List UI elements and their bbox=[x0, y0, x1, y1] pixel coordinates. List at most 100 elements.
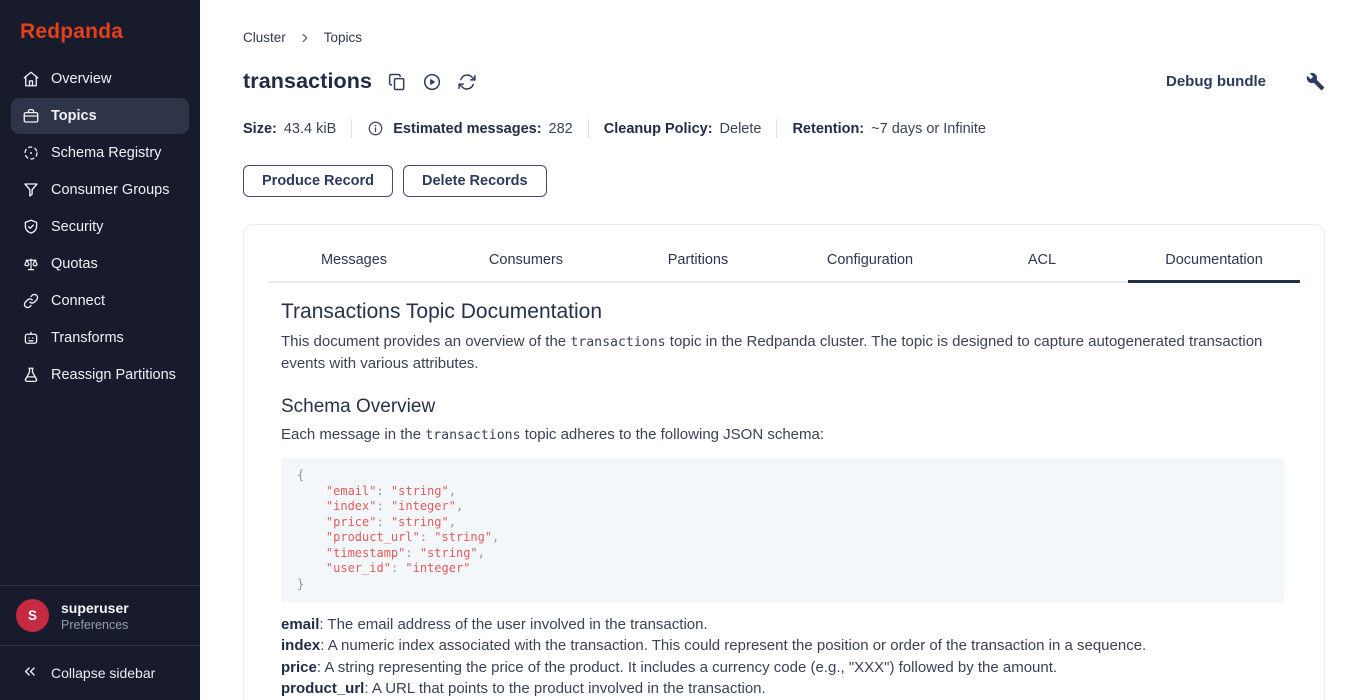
stat-label: Cleanup Policy: bbox=[604, 121, 713, 137]
scales-icon bbox=[22, 255, 40, 273]
field-description-product_url: product_url: A URL that points to the pr… bbox=[281, 678, 1284, 699]
stat-retention: Retention: ~7 days or Infinite bbox=[792, 121, 986, 137]
stat-label: Size: bbox=[243, 121, 277, 137]
link-icon bbox=[22, 292, 40, 310]
stat-divider bbox=[776, 119, 777, 138]
sidebar-item-label: Topics bbox=[51, 108, 97, 124]
tab-acl[interactable]: ACL bbox=[956, 237, 1128, 283]
code-line: { bbox=[297, 468, 1268, 484]
schema-intro: Each message in the transactions topic a… bbox=[281, 424, 1284, 446]
produce-record-button[interactable]: Produce Record bbox=[243, 165, 393, 197]
sidebar-item-topics[interactable]: Topics bbox=[11, 98, 189, 134]
field-description-price: price: A string representing the price o… bbox=[281, 657, 1284, 678]
sidebar-item-label: Overview bbox=[51, 71, 111, 87]
tab-configuration[interactable]: Configuration bbox=[784, 237, 956, 283]
sidebar-item-label: Transforms bbox=[51, 330, 124, 346]
refresh-icon[interactable] bbox=[457, 72, 477, 92]
stat-estimated-messages: Estimated messages:282 bbox=[367, 120, 573, 137]
sidebar-item-label: Consumer Groups bbox=[51, 182, 169, 198]
sidebar-item-schema-registry[interactable]: Schema Registry bbox=[11, 135, 189, 171]
code-line: "email": "string", bbox=[297, 484, 1268, 500]
doc-title: Transactions Topic Documentation bbox=[281, 299, 1284, 325]
sidebar-item-connect[interactable]: Connect bbox=[11, 283, 189, 319]
collapse-sidebar-label: Collapse sidebar bbox=[51, 665, 155, 681]
chevron-right-icon bbox=[298, 31, 312, 45]
sidebar-item-label: Schema Registry bbox=[51, 145, 161, 161]
sidebar-item-label: Security bbox=[51, 219, 103, 235]
sidebar-item-overview[interactable]: Overview bbox=[11, 61, 189, 97]
breadcrumb-topics[interactable]: Topics bbox=[324, 30, 362, 45]
action-buttons: Produce Record Delete Records bbox=[243, 165, 1325, 197]
stat-value: 43.4 kiB bbox=[284, 121, 336, 137]
code-line: "price": "string", bbox=[297, 515, 1268, 531]
tab-strip: MessagesConsumersPartitionsConfiguration… bbox=[268, 237, 1300, 283]
code-line: "timestamp": "string", bbox=[297, 546, 1268, 562]
sidebar-nav: Overview Topics Schema Registry Consumer Gr… bbox=[0, 61, 200, 394]
code-line: } bbox=[297, 577, 1268, 593]
sidebar-item-reassign-partitions[interactable]: Reassign Partitions bbox=[11, 357, 189, 393]
robot-icon bbox=[22, 329, 40, 347]
stat-value: ~7 days or Infinite bbox=[871, 121, 986, 137]
stat-label: Retention: bbox=[792, 121, 864, 137]
schema-icon bbox=[22, 144, 40, 162]
redpanda-logo: Redpanda bbox=[0, 0, 200, 61]
code-line: "index": "integer", bbox=[297, 499, 1268, 515]
user-section[interactable]: S superuser Preferences bbox=[0, 585, 200, 645]
main-content: Cluster Topics transactions Debug bundle… bbox=[200, 0, 1366, 700]
stat-cleanup-policy: Cleanup Policy: Delete bbox=[604, 121, 762, 137]
tab-consumers[interactable]: Consumers bbox=[440, 237, 612, 283]
user-info: superuser Preferences bbox=[61, 600, 129, 632]
code-line: "user_id": "integer" bbox=[297, 561, 1268, 577]
sidebar-spacer bbox=[0, 394, 200, 585]
info-icon[interactable] bbox=[367, 120, 384, 137]
schema-overview-heading: Schema Overview bbox=[281, 396, 1284, 418]
tab-partitions[interactable]: Partitions bbox=[612, 237, 784, 283]
stat-label: Estimated messages: bbox=[393, 121, 541, 137]
doc-intro: This document provides an overview of th… bbox=[281, 331, 1284, 374]
stat-divider bbox=[588, 119, 589, 138]
home-icon bbox=[22, 70, 40, 88]
debug-bundle-link[interactable]: Debug bundle bbox=[1166, 73, 1266, 90]
code-line: "product_url": "string", bbox=[297, 530, 1268, 546]
documentation-panel: Transactions Topic Documentation This do… bbox=[244, 283, 1324, 700]
avatar: S bbox=[16, 599, 49, 632]
sidebar-item-security[interactable]: Security bbox=[11, 209, 189, 245]
sidebar-item-consumer-groups[interactable]: Consumer Groups bbox=[11, 172, 189, 208]
stats-row: Size: 43.4 kiB Estimated messages:282 Clean… bbox=[243, 119, 1325, 138]
breadcrumb: Cluster Topics bbox=[243, 30, 1325, 45]
funnel-icon bbox=[22, 181, 40, 199]
inline-code: transactions bbox=[570, 335, 665, 350]
copy-icon[interactable] bbox=[387, 72, 407, 92]
topics-icon bbox=[22, 107, 40, 125]
shield-icon bbox=[22, 218, 40, 236]
title-icons bbox=[387, 72, 477, 92]
tab-messages[interactable]: Messages bbox=[268, 237, 440, 283]
field-description-index: index: A numeric index associated with t… bbox=[281, 635, 1284, 656]
json-schema-codeblock: { "email": "string", "index": "integer",… bbox=[281, 458, 1284, 602]
sidebar-item-label: Quotas bbox=[51, 256, 98, 272]
field-description-email: email: The email address of the user inv… bbox=[281, 614, 1284, 635]
stat-value: Delete bbox=[720, 121, 762, 137]
title-right: Debug bundle bbox=[1166, 72, 1325, 91]
stat-divider bbox=[351, 119, 352, 138]
breadcrumb-cluster[interactable]: Cluster bbox=[243, 30, 286, 45]
tab-documentation[interactable]: Documentation bbox=[1128, 237, 1300, 283]
wrench-icon[interactable] bbox=[1306, 72, 1325, 91]
page-title: transactions bbox=[243, 69, 372, 94]
app-window: Redpanda Overview Topics Schema Registry Co… bbox=[0, 0, 1366, 700]
user-name: superuser bbox=[61, 600, 129, 616]
field-descriptions: email: The email address of the user inv… bbox=[281, 614, 1284, 700]
preferences-link[interactable]: Preferences bbox=[61, 618, 129, 632]
sidebar-item-transforms[interactable]: Transforms bbox=[11, 320, 189, 356]
topic-detail-card: MessagesConsumersPartitionsConfiguration… bbox=[243, 224, 1325, 700]
sidebar-item-label: Connect bbox=[51, 293, 105, 309]
play-circle-icon[interactable] bbox=[422, 72, 442, 92]
stat-size: Size: 43.4 kiB bbox=[243, 121, 336, 137]
collapse-sidebar-button[interactable]: Collapse sidebar bbox=[0, 645, 200, 700]
delete-records-button[interactable]: Delete Records bbox=[403, 165, 547, 197]
flask-icon bbox=[22, 366, 40, 384]
sidebar: Redpanda Overview Topics Schema Registry Co… bbox=[0, 0, 200, 700]
title-row: transactions Debug bundle bbox=[243, 69, 1325, 94]
double-chevron-left-icon bbox=[21, 663, 38, 683]
sidebar-item-quotas[interactable]: Quotas bbox=[11, 246, 189, 282]
